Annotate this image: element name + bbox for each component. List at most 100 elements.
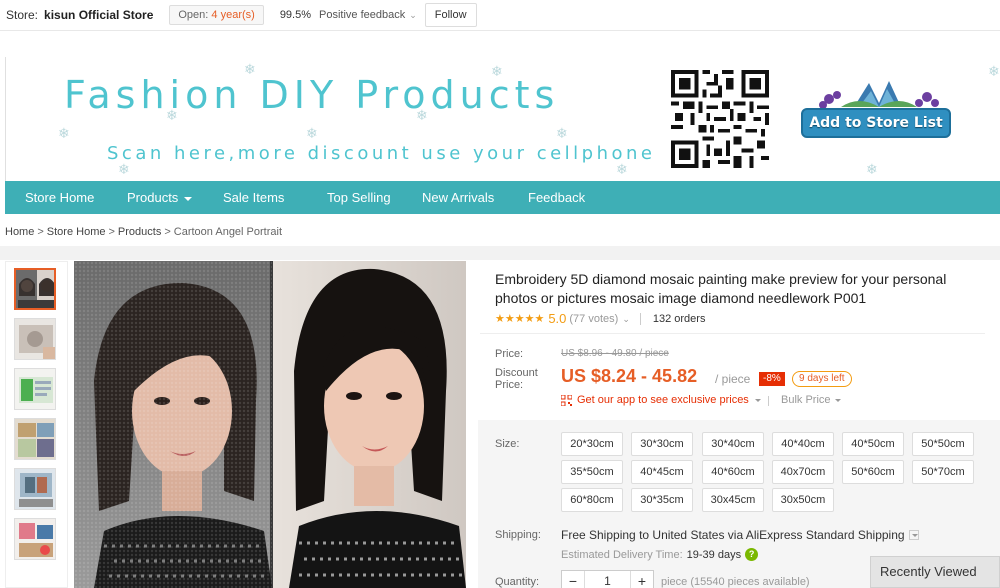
discount-price: US $8.24 - 45.82 [561, 366, 698, 386]
nav-label: Products [127, 190, 179, 205]
rating-score: 5.0 [548, 311, 567, 326]
open-years: 4 year(s) [211, 9, 255, 21]
votes-count: (77 votes) [569, 312, 619, 325]
size-option[interactable]: 40*45cm [631, 460, 693, 484]
size-option[interactable]: 30*35cm [631, 488, 693, 512]
snowflake-icon: ❄ [556, 125, 568, 141]
quantity-decrease-button[interactable]: − [562, 571, 584, 588]
size-option[interactable]: 50*50cm [912, 432, 974, 456]
snowflake-icon: ❄ [306, 125, 318, 141]
nav-sale-items[interactable]: Sale Items [223, 181, 284, 214]
breadcrumb-current: Cartoon Angel Portrait [173, 226, 283, 238]
size-option[interactable]: 40*60cm [702, 460, 764, 484]
banner-subtitle: Scan here,more discount use your cellpho… [107, 143, 656, 164]
quantity-stepper: − 1 + [561, 570, 654, 588]
thumbnail-3[interactable] [14, 368, 56, 410]
section-divider [0, 246, 1000, 260]
nav-new-arrivals[interactable]: New Arrivals [422, 181, 494, 214]
product-title: Embroidery 5D diamond mosaic painting ma… [495, 271, 947, 306]
store-label: Store: [6, 8, 39, 22]
store-bar: Store: kisun Official Store Open: 4 year… [0, 0, 1000, 31]
size-option[interactable]: 20*30cm [561, 432, 623, 456]
add-to-store-list-button[interactable]: Add to Store List [801, 108, 951, 138]
size-option[interactable]: 50*60cm [842, 460, 904, 484]
breadcrumb-store-home[interactable]: Store Home [47, 226, 106, 238]
caret-down-icon [834, 398, 841, 402]
store-name-link[interactable]: kisun Official Store [44, 8, 153, 22]
discount-price-label: Discount Price: [495, 367, 538, 391]
bulk-price-label: Bulk Price [781, 394, 831, 406]
positive-feedback-dropdown[interactable]: Positive feedback ⌄ [319, 9, 417, 21]
qr-small-icon [561, 394, 572, 406]
snowflake-icon: ❄ [988, 63, 1000, 79]
quantity-increase-button[interactable]: + [631, 571, 653, 588]
size-option[interactable]: 30*40cm [702, 432, 764, 456]
days-left-badge: 9 days left [792, 371, 852, 387]
chevron-down-icon: ⌄ [409, 10, 417, 20]
divider [768, 396, 769, 406]
rating-votes-link[interactable]: (77 votes) ⌄ [569, 313, 629, 325]
size-label: Size: [495, 438, 520, 450]
open-label: Open: [178, 9, 209, 21]
breadcrumb-products[interactable]: Products [118, 226, 161, 238]
caret-down-icon [754, 398, 761, 402]
recently-viewed-tab[interactable]: Recently Viewed [870, 556, 1000, 588]
store-nav-bar: Store Home Products Sale Items Top Selli… [5, 181, 1000, 214]
divider [639, 312, 641, 325]
free-shipping-text: Free Shipping [561, 528, 636, 542]
thumbnail-list [5, 261, 68, 588]
size-option[interactable]: 35*50cm [561, 460, 623, 484]
feedback-label: Positive feedback [319, 9, 406, 21]
quantity-availability: piece (15540 pieces available) [661, 576, 810, 588]
nav-label: Store Home [25, 190, 95, 205]
shipping-dropdown-icon[interactable] [908, 530, 919, 540]
store-banner: ❄ ❄ ❄ ❄ ❄ ❄ ❄ ❄ ❄ ❄ ❄ Fashion DIY Produc… [5, 57, 1000, 181]
app-exclusive-price-link[interactable]: Get our app to see exclusive prices [561, 394, 761, 406]
shipping-label: Shipping: [495, 529, 541, 541]
qr-code-icon [671, 70, 769, 168]
shipping-info: Free Shipping to United States via AliEx… [561, 528, 919, 542]
size-option[interactable]: 40*40cm [772, 432, 834, 456]
thumbnail-5[interactable] [14, 468, 56, 510]
estimated-delivery-days: 19-39 days [686, 548, 742, 561]
nav-label: New Arrivals [422, 190, 495, 205]
original-price: US $8.96 - 49.80 / piece [561, 348, 669, 359]
snowflake-icon: ❄ [866, 161, 878, 177]
thumbnail-4[interactable] [14, 418, 56, 460]
nav-store-home[interactable]: Store Home [25, 181, 94, 214]
size-option[interactable]: 30*30cm [631, 432, 693, 456]
size-option[interactable]: 60*80cm [561, 488, 623, 512]
open-years-badge: Open: 4 year(s) [169, 5, 264, 25]
help-icon[interactable]: ? [745, 548, 759, 561]
divider [480, 333, 985, 334]
breadcrumb-separator: > [108, 226, 115, 238]
estimated-delivery: Estimated Delivery Time: 19-39 days ? [561, 548, 759, 561]
size-option[interactable]: 50*70cm [912, 460, 974, 484]
nav-products[interactable]: Products [127, 181, 193, 214]
product-main-image[interactable] [74, 261, 466, 588]
shipping-to-text: to [639, 528, 650, 542]
thumbnail-1[interactable] [14, 268, 56, 310]
shipping-destination: United States via AliExpress Standard Sh… [652, 528, 905, 542]
thumbnail-2[interactable] [14, 318, 56, 360]
orders-count: 132 orders [652, 312, 706, 325]
breadcrumb: Home > Store Home > Products > Cartoon Angel P… [5, 226, 282, 238]
breadcrumb-home[interactable]: Home [5, 226, 34, 238]
chevron-down-icon: ⌄ [622, 313, 630, 324]
quantity-label: Quantity: [495, 576, 540, 588]
follow-button[interactable]: Follow [424, 3, 477, 27]
banner-title: Fashion DIY Products [64, 73, 560, 117]
size-option[interactable]: 40*50cm [842, 432, 904, 456]
app-promo-text: Get our app to see exclusive prices [577, 394, 749, 406]
estimated-delivery-label: Estimated Delivery Time: [561, 548, 683, 561]
bulk-price-dropdown[interactable]: Bulk Price [781, 394, 841, 406]
nav-feedback[interactable]: Feedback [528, 181, 585, 214]
breadcrumb-separator: > [37, 226, 44, 238]
quantity-input[interactable]: 1 [584, 571, 631, 588]
size-option[interactable]: 30x50cm [772, 488, 834, 512]
nav-top-selling[interactable]: Top Selling [327, 181, 391, 214]
size-option[interactable]: 40x70cm [772, 460, 834, 484]
size-option[interactable]: 30x45cm [702, 488, 764, 512]
discount-badge: -8% [759, 372, 785, 386]
thumbnail-6[interactable] [14, 518, 56, 560]
